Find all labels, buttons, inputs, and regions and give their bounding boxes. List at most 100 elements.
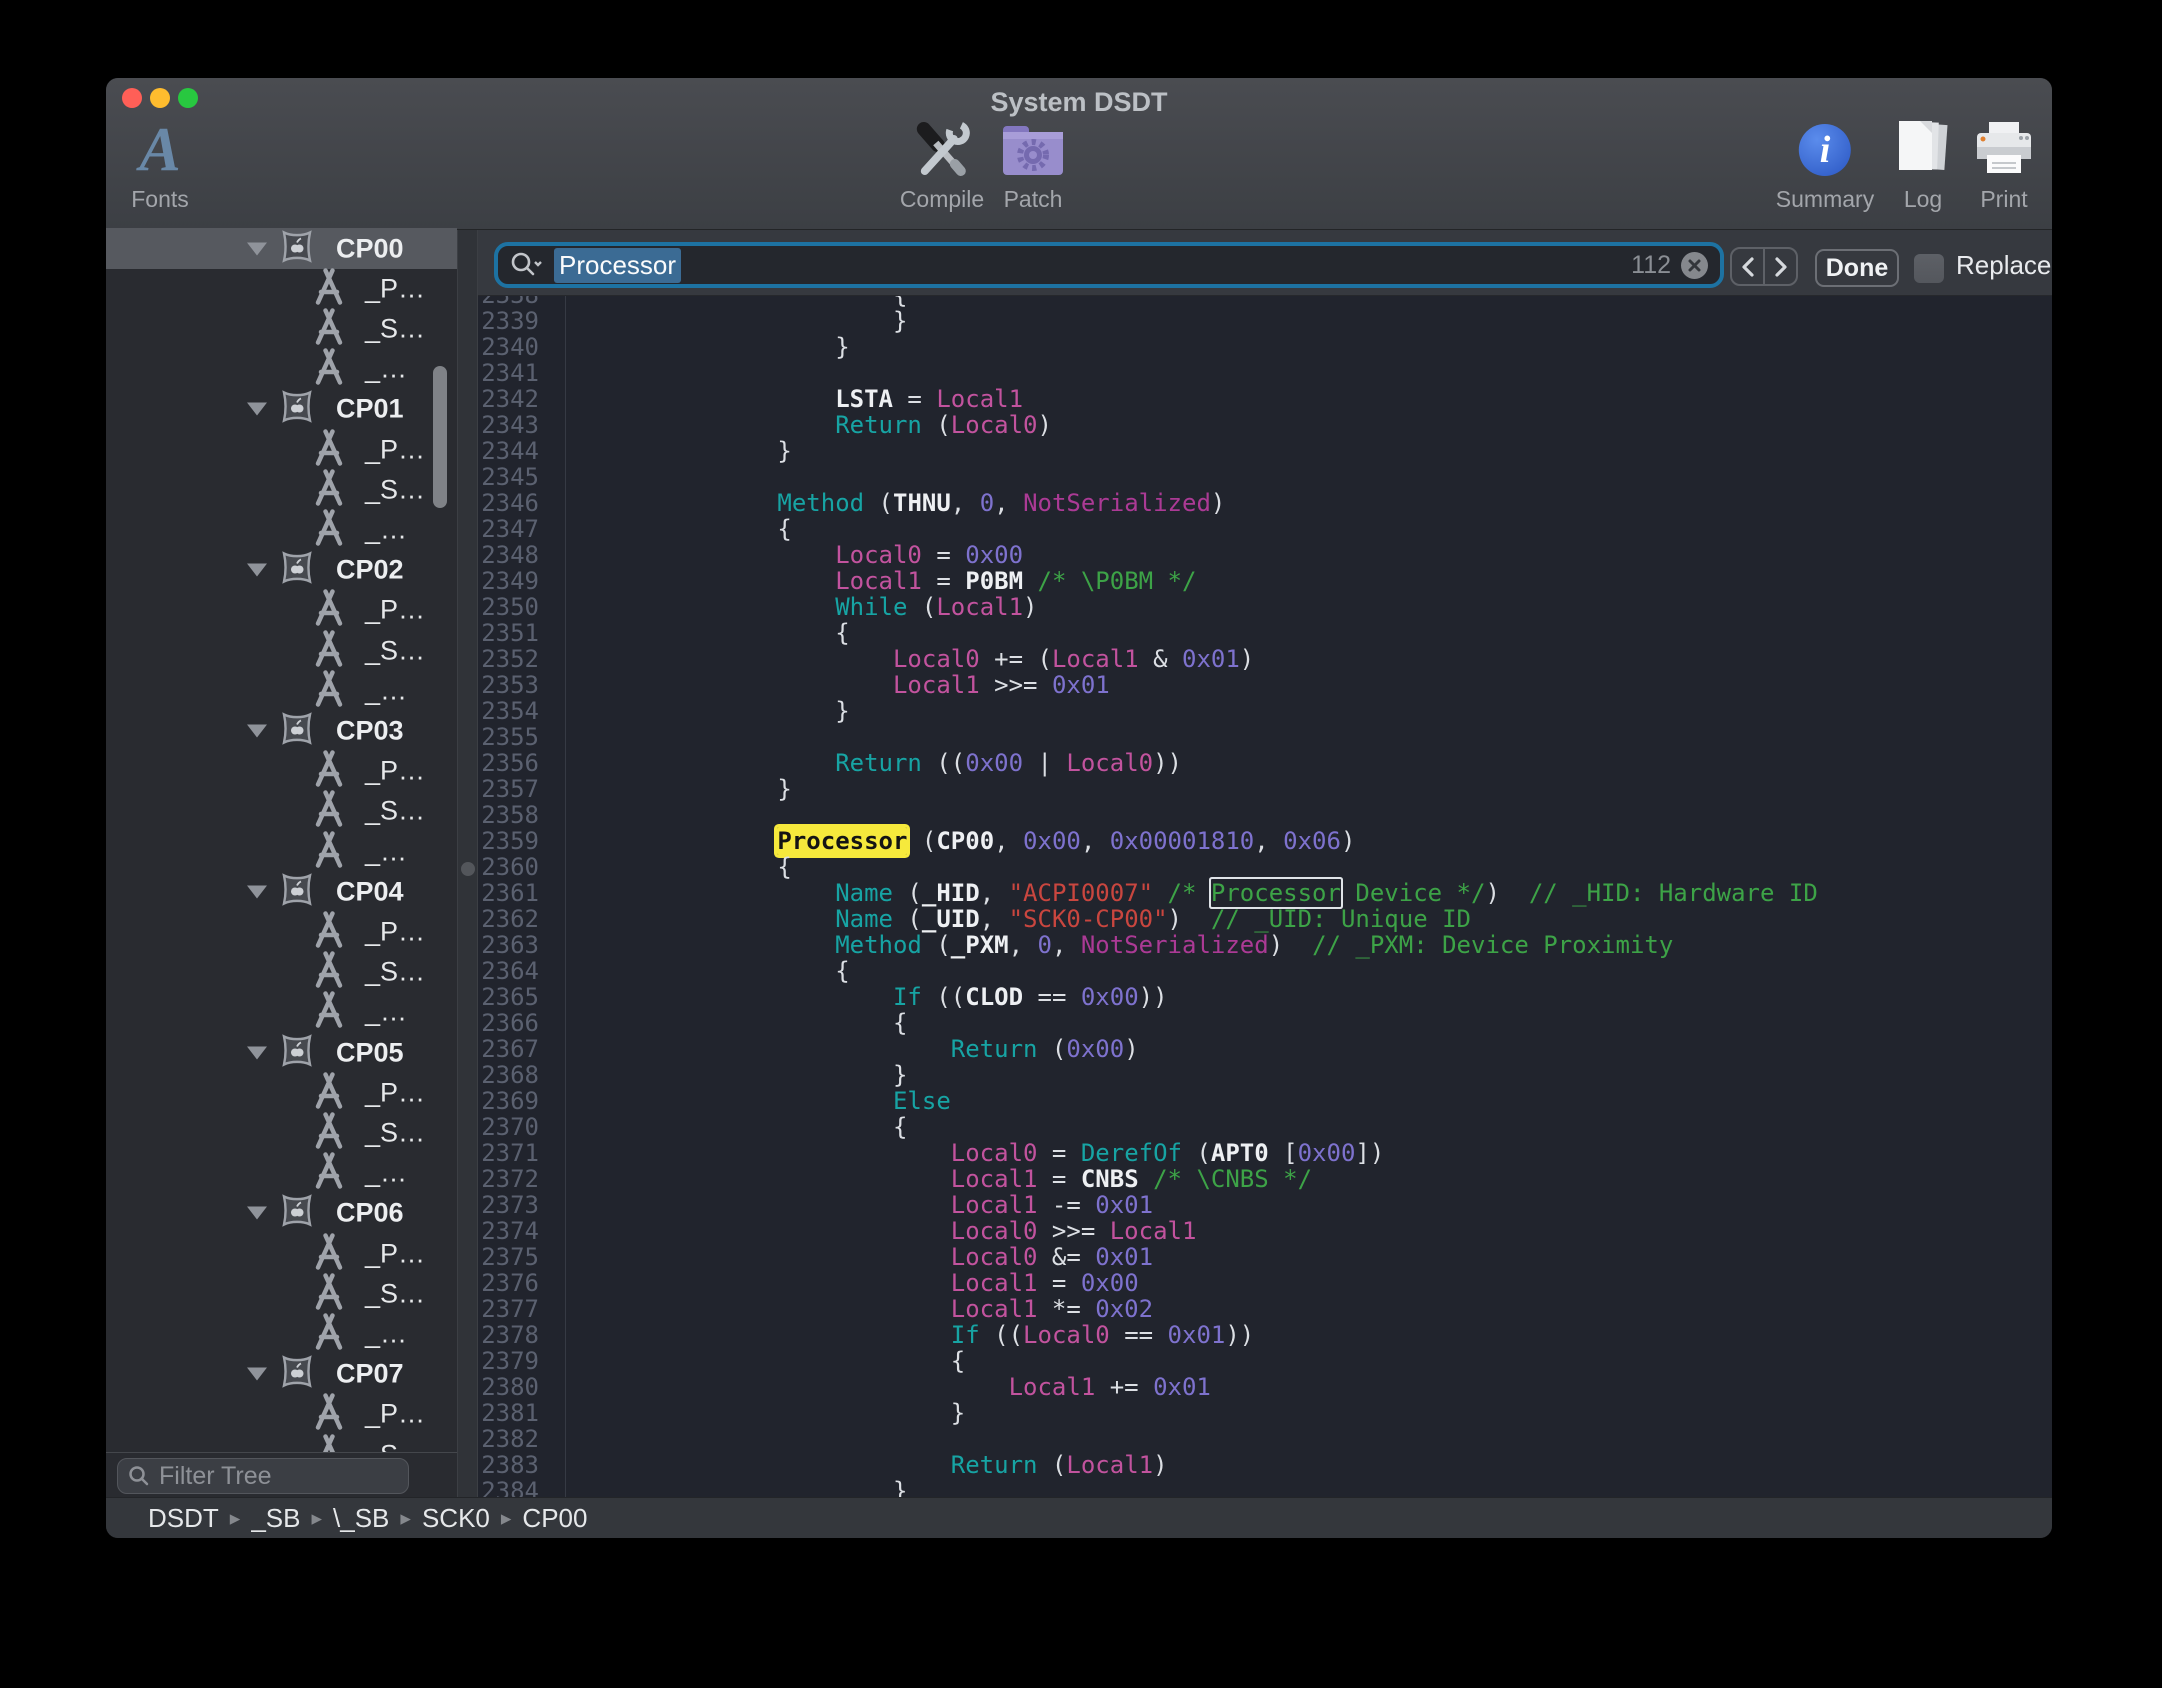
breadcrumb-item[interactable]: CP00 xyxy=(522,1503,587,1534)
code-line[interactable]: 2374 Local0 >>= Local1 xyxy=(478,1218,2052,1244)
toolbar-item-print[interactable]: Print xyxy=(1974,118,2034,213)
tree-row-method[interactable]: _… xyxy=(106,831,457,872)
code-editor[interactable]: 2338 {2339 }2340 }23412342 LSTA = Local1… xyxy=(478,296,2052,1497)
code-line[interactable]: 2339 } xyxy=(478,308,2052,334)
sidebar-scrollbar[interactable] xyxy=(433,366,447,508)
code-line[interactable]: 2370 { xyxy=(478,1114,2052,1140)
code-line[interactable]: 2356 Return ((0x00 | Local0)) xyxy=(478,750,2052,776)
tree-row-cp07[interactable]: CP07 xyxy=(106,1354,457,1395)
tree-row-method[interactable]: _… xyxy=(106,1153,457,1194)
toolbar-item-fonts[interactable]: A Fonts xyxy=(131,118,189,213)
disclosure-triangle-icon[interactable] xyxy=(247,1207,267,1220)
tree-row-cp04[interactable]: CP04 xyxy=(106,871,457,912)
code-line[interactable]: 2355 xyxy=(478,724,2052,750)
code-line[interactable]: 2382 xyxy=(478,1426,2052,1452)
code-line[interactable]: 2358 xyxy=(478,802,2052,828)
code-line[interactable]: 2341 xyxy=(478,360,2052,386)
tree-row-method[interactable]: _S… xyxy=(106,469,457,510)
toolbar-item-compile[interactable]: Compile xyxy=(900,118,984,213)
tree-row-method[interactable]: _P… xyxy=(106,751,457,792)
code-line[interactable]: 2343 Return (Local0) xyxy=(478,412,2052,438)
tree-row-cp03[interactable]: CP03 xyxy=(106,710,457,751)
tree-row-method[interactable]: _S… xyxy=(106,1434,457,1454)
code-line[interactable]: 2344 } xyxy=(478,438,2052,464)
tree-row-method[interactable]: _P… xyxy=(106,590,457,631)
code-line[interactable]: 2368 } xyxy=(478,1062,2052,1088)
code-line[interactable]: 2377 Local1 *= 0x02 xyxy=(478,1296,2052,1322)
done-button[interactable]: Done xyxy=(1815,249,1899,287)
code-line[interactable]: 2383 Return (Local1) xyxy=(478,1452,2052,1478)
code-line[interactable]: 2350 While (Local1) xyxy=(478,594,2052,620)
toolbar-item-log[interactable]: Log xyxy=(1894,118,1952,213)
code-line[interactable]: 2359 Processor (CP00, 0x00, 0x00001810, … xyxy=(478,828,2052,854)
code-line[interactable]: 2349 Local1 = P0BM /* \P0BM */ xyxy=(478,568,2052,594)
previous-match-button[interactable] xyxy=(1732,249,1765,284)
disclosure-triangle-icon[interactable] xyxy=(247,242,267,255)
code-line[interactable]: 2345 xyxy=(478,464,2052,490)
tree-row-cp05[interactable]: CP05 xyxy=(106,1032,457,1073)
tree-row-cp00[interactable]: CP00 xyxy=(106,228,457,269)
tree-row-cp06[interactable]: CP06 xyxy=(106,1193,457,1234)
pane-divider[interactable] xyxy=(457,230,478,1497)
code-line[interactable]: 2366 { xyxy=(478,1010,2052,1036)
code-line[interactable]: 2381 } xyxy=(478,1400,2052,1426)
tree-row-method[interactable]: _S… xyxy=(106,630,457,671)
code-line[interactable]: 2379 { xyxy=(478,1348,2052,1374)
replace-checkbox[interactable] xyxy=(1914,254,1944,283)
code-line[interactable]: 2360 { xyxy=(478,854,2052,880)
code-line[interactable]: 2353 Local1 >>= 0x01 xyxy=(478,672,2052,698)
code-line[interactable]: 2352 Local0 += (Local1 & 0x01) xyxy=(478,646,2052,672)
code-line[interactable]: 2347 { xyxy=(478,516,2052,542)
code-line[interactable]: 2365 If ((CLOD == 0x00)) xyxy=(478,984,2052,1010)
code-line[interactable]: 2375 Local0 &= 0x01 xyxy=(478,1244,2052,1270)
filter-input[interactable]: Filter Tree xyxy=(117,1458,409,1494)
code-line[interactable]: 2378 If ((Local0 == 0x01)) xyxy=(478,1322,2052,1348)
clear-search-button[interactable] xyxy=(1681,252,1708,279)
next-match-button[interactable] xyxy=(1765,249,1796,284)
code-line[interactable]: 2346 Method (THNU, 0, NotSerialized) xyxy=(478,490,2052,516)
search-field[interactable]: Processor 112 xyxy=(494,242,1724,288)
tree-row-method[interactable]: _S… xyxy=(106,1112,457,1153)
code-line[interactable]: 2369 Else xyxy=(478,1088,2052,1114)
code-line[interactable]: 2371 Local0 = DerefOf (APT0 [0x00]) xyxy=(478,1140,2052,1166)
disclosure-triangle-icon[interactable] xyxy=(247,403,267,416)
tree-row-method[interactable]: _S… xyxy=(106,308,457,349)
tree-row-method[interactable]: _P… xyxy=(106,268,457,309)
disclosure-triangle-icon[interactable] xyxy=(247,1368,267,1381)
toolbar-item-patch[interactable]: Patch xyxy=(1002,118,1064,213)
code-line[interactable]: 2376 Local1 = 0x00 xyxy=(478,1270,2052,1296)
tree-row-method[interactable]: _P… xyxy=(106,911,457,952)
code-line[interactable]: 2354 } xyxy=(478,698,2052,724)
code-line[interactable]: 2363 Method (_PXM, 0, NotSerialized) // … xyxy=(478,932,2052,958)
code-line[interactable]: 2342 LSTA = Local1 xyxy=(478,386,2052,412)
code-line[interactable]: 2367 Return (0x00) xyxy=(478,1036,2052,1062)
breadcrumb-item[interactable]: \_SB xyxy=(333,1503,389,1534)
code-line[interactable]: 2351 { xyxy=(478,620,2052,646)
tree-row-method[interactable]: _P… xyxy=(106,1233,457,1274)
tree-row-method[interactable]: _… xyxy=(106,509,457,550)
code-line[interactable]: 2384 } xyxy=(478,1478,2052,1497)
breadcrumb-item[interactable]: _SB xyxy=(251,1503,300,1534)
code-line[interactable]: 2357 } xyxy=(478,776,2052,802)
tree-row-method[interactable]: _S… xyxy=(106,952,457,993)
breadcrumb-item[interactable]: DSDT xyxy=(148,1503,219,1534)
code-line[interactable]: 2361 Name (_HID, "ACPI0007" /* Processor… xyxy=(478,880,2052,906)
breadcrumb-item[interactable]: SCK0 xyxy=(422,1503,490,1534)
tree-row-cp01[interactable]: CP01 xyxy=(106,389,457,430)
tree-row-method[interactable]: _P… xyxy=(106,429,457,470)
tree-row-method[interactable]: _S… xyxy=(106,1273,457,1314)
code-line[interactable]: 2373 Local1 -= 0x01 xyxy=(478,1192,2052,1218)
code-line[interactable]: 2348 Local0 = 0x00 xyxy=(478,542,2052,568)
tree-row-method[interactable]: _P… xyxy=(106,1394,457,1435)
tree-row-method[interactable]: _… xyxy=(106,670,457,711)
code-line[interactable]: 2372 Local1 = CNBS /* \CNBS */ xyxy=(478,1166,2052,1192)
tree-row-method[interactable]: _… xyxy=(106,1313,457,1354)
tree-row-method[interactable]: _… xyxy=(106,349,457,390)
disclosure-triangle-icon[interactable] xyxy=(247,885,267,898)
code-line[interactable]: 2380 Local1 += 0x01 xyxy=(478,1374,2052,1400)
tree-row-cp02[interactable]: CP02 xyxy=(106,550,457,591)
tree-row-method[interactable]: _P… xyxy=(106,1072,457,1113)
disclosure-triangle-icon[interactable] xyxy=(247,1046,267,1059)
code-line[interactable]: 2362 Name (_UID, "SCK0-CP00") // _UID: U… xyxy=(478,906,2052,932)
tree-row-method[interactable]: _… xyxy=(106,992,457,1033)
